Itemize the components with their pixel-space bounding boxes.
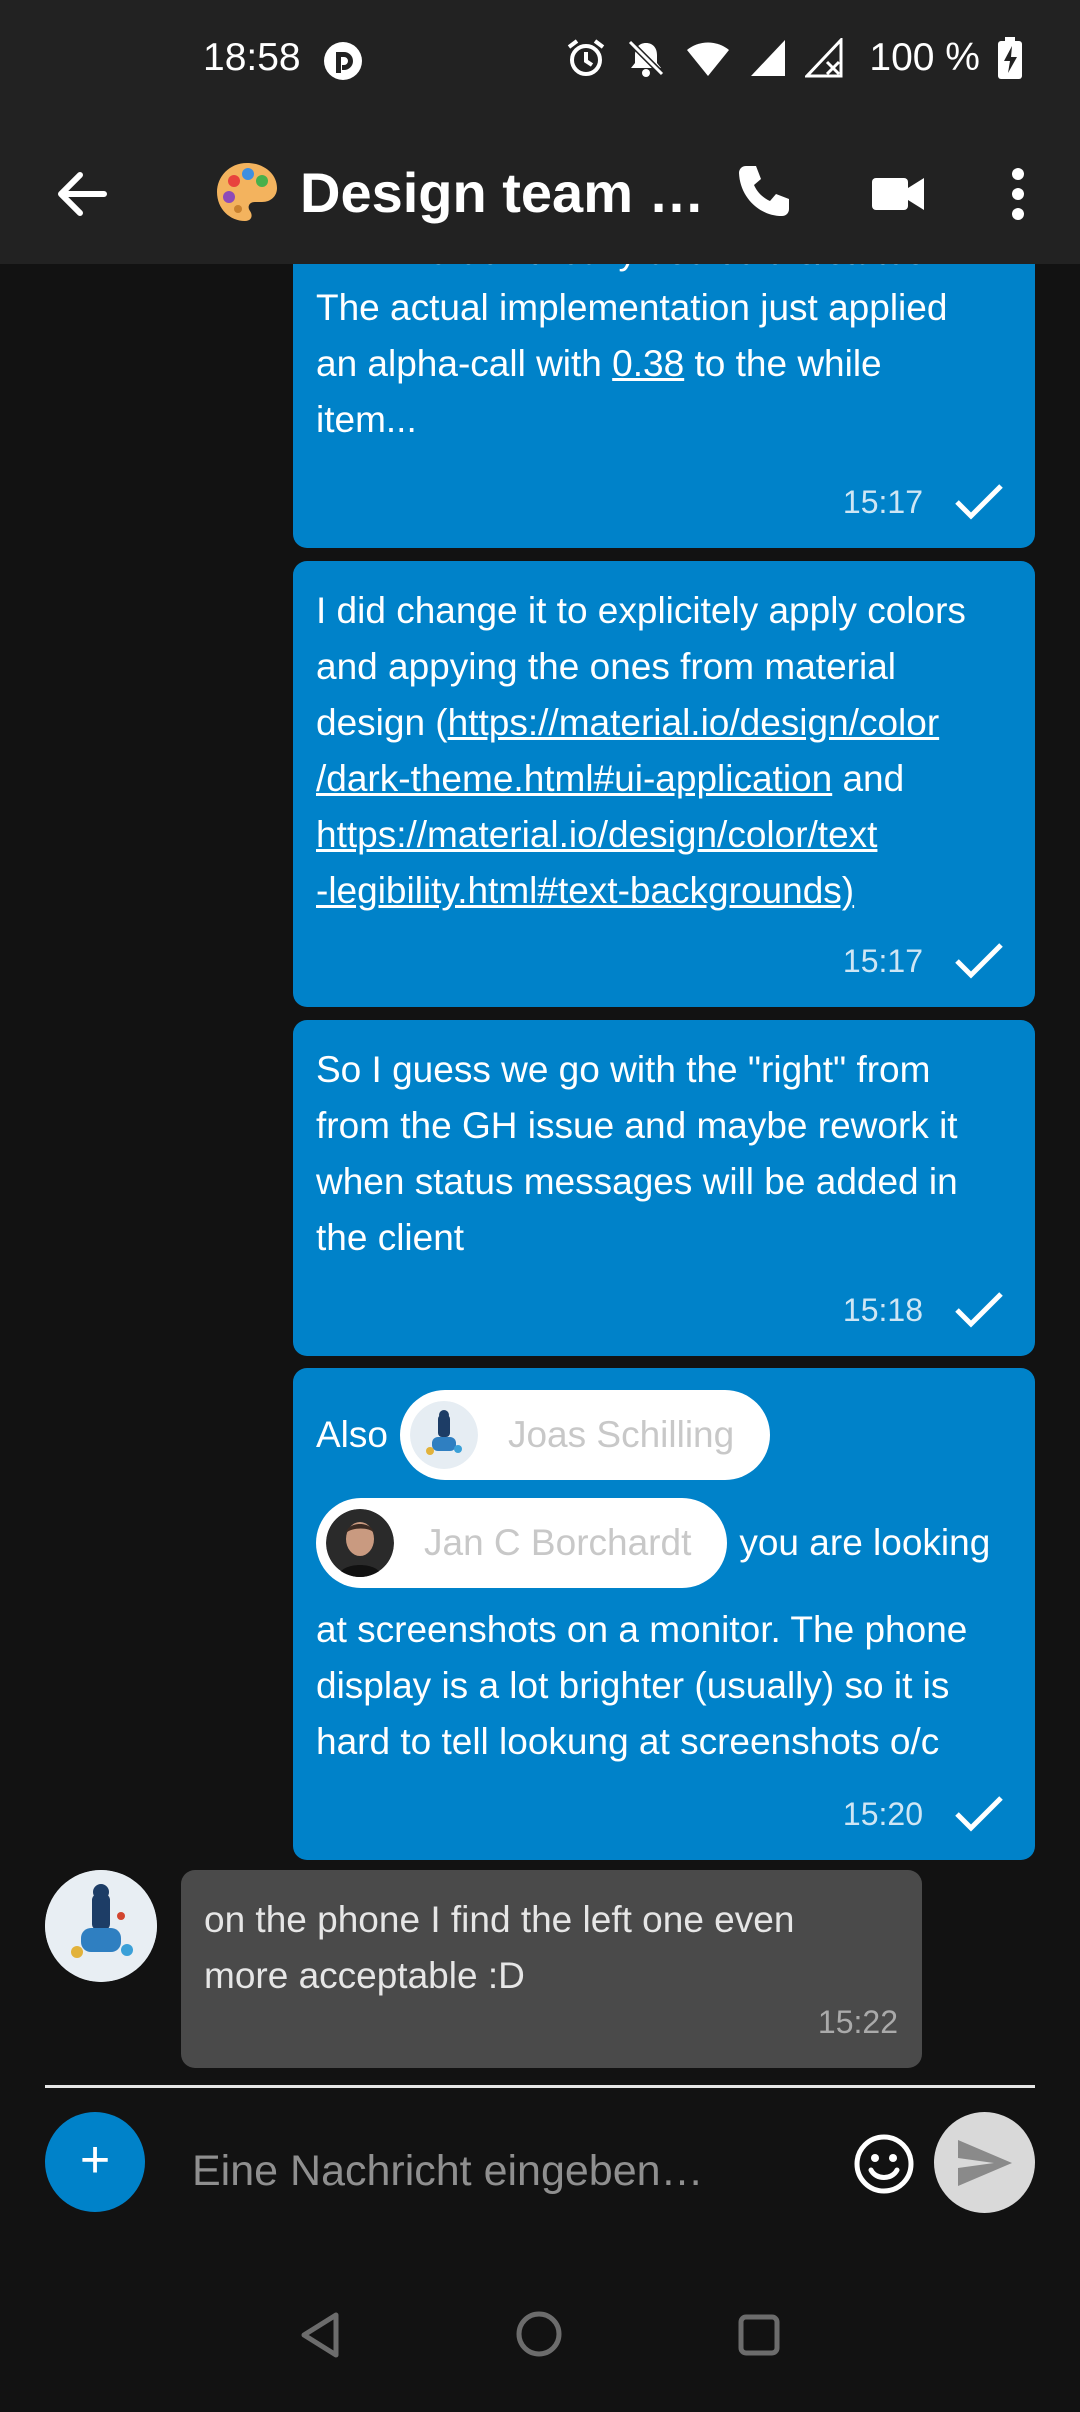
plus-icon: + — [79, 2131, 111, 2189]
add-attachment-button[interactable]: + — [45, 2112, 145, 2212]
message-line: I did change it to explicitely apply col… — [316, 590, 966, 631]
incoming-message[interactable]: on the phone I find the left one even mo… — [181, 1870, 922, 2068]
alarm-icon — [568, 39, 605, 76]
message-line: an alpha-call with 0.38 to the while — [316, 336, 999, 392]
message-line: from the GH issue and maybe rework it — [316, 1105, 958, 1146]
outgoing-message[interactable]: Also Joas Schilling Jan C Borchardt you … — [293, 1368, 1035, 1860]
message-line: hard to tell lookung at screenshots o/c — [316, 1721, 940, 1762]
conversation-title-area[interactable]: Design team … — [214, 152, 705, 232]
signal-icon — [751, 40, 786, 76]
message-link[interactable]: 0.38 — [612, 343, 684, 384]
system-nav-bar — [0, 2232, 1080, 2412]
avatar[interactable] — [45, 1870, 157, 1982]
message-link[interactable]: /dark-theme.html#ui-application — [316, 758, 832, 799]
phone-icon[interactable] — [732, 160, 796, 224]
nav-back-icon[interactable] — [300, 2312, 340, 2358]
message-line: /dark-theme.html#ui-application and — [316, 751, 999, 807]
message-meta: 15:17 — [843, 933, 1005, 989]
message-line: -legibility.html#text-backgrounds) — [316, 863, 999, 919]
message-line: The actual implementation just applied — [316, 287, 948, 328]
message-line: item... — [316, 399, 417, 440]
message-line: when status messages will be added in — [316, 1161, 958, 1202]
message-line: display is a lot brighter (usually) so i… — [316, 1665, 950, 1706]
message-text: to the while — [684, 343, 882, 384]
send-icon — [958, 2140, 1012, 2186]
bell-off-icon — [628, 39, 665, 77]
message-link[interactable]: https://material.io/design/color/text — [316, 814, 877, 855]
battery-percent: 100 % — [869, 36, 980, 79]
composer-divider — [45, 2085, 1035, 2088]
check-icon — [955, 943, 1003, 979]
message-line: more acceptable :D — [204, 1955, 525, 1996]
more-vert-icon[interactable] — [998, 162, 1038, 226]
message-line: So I guess we go with the "right" from — [316, 1049, 931, 1090]
palette-icon — [217, 163, 277, 221]
message-line: at screenshots on a monitor. The phone — [316, 1609, 968, 1650]
video-icon[interactable] — [868, 164, 928, 224]
battery-charging-icon — [998, 37, 1022, 79]
outgoing-message[interactable]: ATM we don't really use colors/states. T… — [293, 264, 1035, 548]
message-time: 15:20 — [842, 1796, 923, 1832]
message-line: and appying the ones from material — [316, 646, 897, 687]
nav-home-icon[interactable] — [515, 2310, 563, 2358]
message-time: 15:18 — [842, 1292, 923, 1328]
check-icon — [955, 1292, 1003, 1328]
chat-toolbar: Design team … — [0, 124, 1080, 264]
signal-x-icon — [805, 38, 843, 78]
message-text: an alpha-call with — [316, 343, 613, 384]
send-button[interactable] — [934, 2112, 1035, 2213]
message-link[interactable]: https://material.io/design/color — [448, 702, 940, 743]
status-bar: 18:58 100 % — [0, 0, 1080, 124]
message-text: Also — [316, 1414, 388, 1455]
wifi-icon — [687, 42, 730, 76]
message-line: https://material.io/design/color/text — [316, 807, 999, 863]
message-line: design (https://material.io/design/color — [316, 695, 999, 751]
check-icon — [955, 1796, 1003, 1832]
smiley-icon[interactable] — [852, 2132, 916, 2196]
message-line: the client — [316, 1217, 465, 1258]
message-text: you are looking — [739, 1522, 991, 1563]
avatar — [326, 1509, 394, 1577]
status-icons: 100 % — [565, 36, 1022, 80]
mention-name: Joas Schilling — [507, 1414, 735, 1455]
message-line: on the phone I find the left one even — [204, 1899, 795, 1940]
message-time: 15:17 — [842, 484, 923, 520]
message-time: 15:22 — [817, 2004, 898, 2040]
mention-name: Jan C Borchardt — [424, 1522, 692, 1563]
message-time: 15:17 — [842, 943, 923, 979]
message-line: Also Joas Schilling — [316, 1390, 999, 1480]
mention-chip[interactable]: Joas Schilling — [399, 1390, 771, 1480]
avatar — [409, 1401, 478, 1469]
message-link[interactable]: -legibility.html#text-backgrounds) — [316, 870, 854, 911]
status-time: 18:58 — [203, 36, 301, 79]
message-line: ATM we don't really use colors/states. — [316, 264, 999, 280]
conversation-title: Design team … — [300, 160, 705, 224]
message-input[interactable] — [190, 2130, 834, 2212]
message-meta: 15:18 — [843, 1282, 1005, 1338]
mention-chip[interactable]: Jan C Borchardt — [316, 1498, 728, 1588]
outgoing-message[interactable]: So I guess we go with the "right" from f… — [293, 1020, 1035, 1356]
nav-recents-icon[interactable] — [737, 2313, 781, 2357]
arrow-left-icon[interactable] — [52, 164, 112, 224]
outgoing-message[interactable]: I did change it to explicitely apply col… — [293, 561, 1035, 1007]
message-list[interactable]: ATM we don't really use colors/states. T… — [0, 264, 1080, 2084]
pocket-casts-icon — [324, 42, 362, 80]
message-text: and — [832, 758, 905, 799]
message-line: Jan C Borchardt you are looking — [316, 1498, 999, 1588]
check-icon — [955, 484, 1003, 520]
message-meta: 15:20 — [843, 1786, 1005, 1842]
message-meta: 15:17 — [843, 474, 1005, 530]
message-text: design ( — [316, 702, 448, 743]
